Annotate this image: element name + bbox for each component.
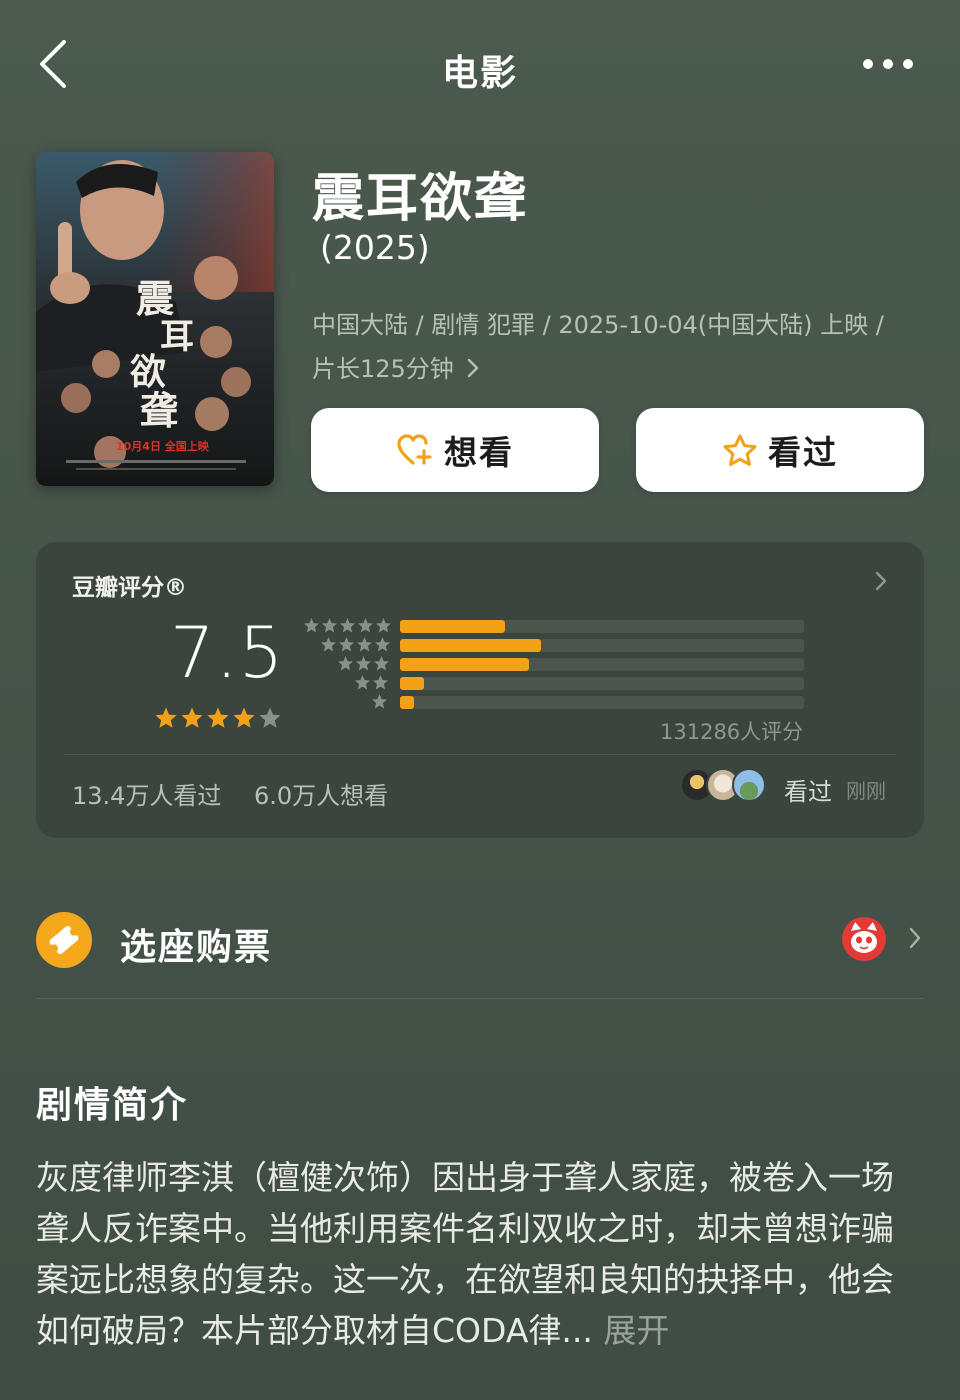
distribution-bar: [400, 620, 505, 633]
movie-duration: 片长125分钟: [312, 355, 454, 383]
star-icon: [337, 656, 354, 671]
top-bar: 电影: [0, 0, 960, 130]
chevron-right-icon: [909, 927, 921, 949]
star-icon: [181, 707, 203, 728]
star-icon: [375, 618, 392, 633]
distribution-bar: [400, 658, 529, 671]
distribution-stars: [320, 636, 391, 653]
star-icon: [373, 656, 390, 671]
star-icon: [233, 707, 255, 728]
star-icon: [338, 637, 355, 652]
distribution-stars: [303, 617, 392, 634]
distribution-bar-track: [400, 696, 804, 709]
avatar: [732, 768, 766, 802]
star-icon: [207, 707, 229, 728]
synopsis-heading: 剧情简介: [36, 1085, 189, 1126]
distribution-stars: [371, 693, 388, 710]
chevron-right-icon: [875, 571, 887, 591]
more-icon: [863, 59, 913, 69]
rating-card[interactable]: 豆瓣评分® 7.5 131286人评分 13.4万人看过 6.0万人想看 看过 …: [36, 542, 924, 838]
friend-avatars[interactable]: [680, 768, 766, 802]
rating-count: 131286人评分: [660, 720, 804, 744]
ticket-icon: [36, 912, 92, 968]
star-icon: [355, 656, 372, 671]
star-icon: [321, 618, 338, 633]
star-icon: [155, 707, 177, 728]
star-icon: [371, 694, 388, 709]
want-to-watch-label: 想看: [444, 433, 514, 472]
friend-activity-label: 看过: [784, 778, 832, 806]
rating-stars: [154, 706, 282, 730]
watched-count: 13.4万人看过: [72, 782, 222, 810]
rating-detail-link[interactable]: [874, 570, 888, 596]
divider: [64, 754, 896, 755]
movie-poster[interactable]: 震 耳 欲 聋 10月4日 全国上映: [36, 152, 274, 486]
star-outline-icon: [723, 434, 757, 466]
movie-year: (2025): [320, 228, 430, 267]
watched-label: 看过: [768, 433, 838, 472]
star-icon: [339, 618, 356, 633]
poster-title-char: 欲: [129, 351, 166, 393]
star-icon: [357, 618, 374, 633]
distribution-bar: [400, 677, 424, 690]
buy-ticket-label: 选座购票: [120, 927, 273, 968]
movie-title: 震耳欲聋: [312, 169, 529, 229]
star-icon: [374, 637, 391, 652]
star-icon: [303, 618, 320, 633]
page-title: 电影: [441, 53, 518, 94]
star-icon: [372, 675, 389, 690]
want-count: 6.0万人想看: [254, 782, 389, 810]
poster-image: 震 耳 欲 聋 10月4日 全国上映: [36, 152, 274, 486]
divider: [36, 998, 924, 999]
heart-plus-icon: [397, 434, 432, 465]
synopsis-text: 灰度律师李淇（檀健次饰）因出身于聋人家庭，被卷入一场聋人反诈案中。当他利用案件名…: [36, 1152, 926, 1356]
chevron-right-icon: [468, 358, 479, 378]
movie-duration-link[interactable]: 片长125分钟: [312, 349, 479, 384]
star-icon: [259, 707, 281, 728]
more-button[interactable]: [858, 50, 918, 78]
distribution-bar: [400, 639, 541, 652]
poster-release-text: 10月4日 全国上映: [116, 439, 210, 453]
synopsis-body: 灰度律师李淇（檀健次饰）因出身于聋人家庭，被卷入一场聋人反诈案中。当他利用案件名…: [36, 1158, 894, 1350]
friend-activity-time: 刚刚: [846, 779, 886, 803]
star-icon: [354, 675, 371, 690]
buy-ticket-row[interactable]: 选座购票: [36, 900, 924, 980]
distribution-bar-track: [400, 639, 804, 652]
want-to-watch-button[interactable]: 想看: [311, 408, 599, 492]
distribution-bar: [400, 696, 414, 709]
rating-title: 豆瓣评分®: [72, 575, 187, 601]
watched-button[interactable]: 看过: [636, 408, 924, 492]
cat-eye-logo-icon: [842, 917, 886, 961]
distribution-bar-track: [400, 620, 804, 633]
star-icon: [320, 637, 337, 652]
ticket-chevron: [908, 926, 922, 954]
distribution-bar-track: [400, 677, 804, 690]
distribution-stars: [354, 674, 389, 691]
distribution-bar-track: [400, 658, 804, 671]
star-icon: [356, 637, 373, 652]
distribution-stars: [337, 655, 390, 672]
movie-meta-info: 中国大陆 / 剧情 犯罪 / 2025-10-04(中国大陆) 上映 /: [312, 311, 884, 339]
expand-link[interactable]: 展开: [603, 1311, 669, 1350]
rating-score: 7.5: [170, 612, 285, 694]
poster-title-char: 聋: [140, 388, 178, 433]
poster-title-char: 震: [136, 276, 175, 321]
